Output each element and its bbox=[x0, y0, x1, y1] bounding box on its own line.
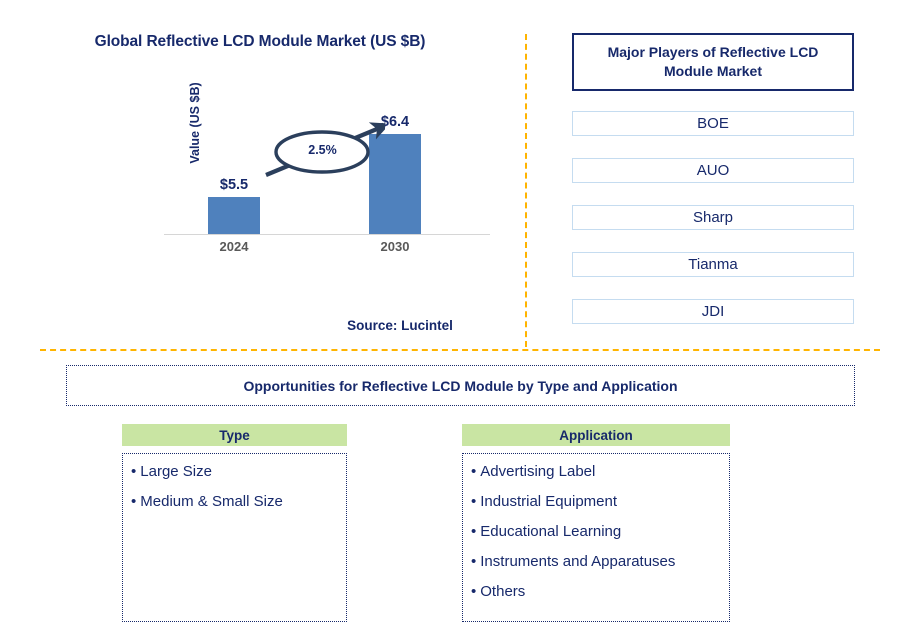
opportunities-title-box: Opportunities for Reflective LCD Module … bbox=[66, 365, 855, 406]
list-item-label: Instruments and Apparatuses bbox=[480, 553, 676, 570]
player-item-boe[interactable]: BOE bbox=[572, 111, 854, 136]
type-column-header: Type bbox=[122, 424, 347, 446]
player-label: Sharp bbox=[692, 209, 734, 226]
list-item: • Industrial Equipment bbox=[471, 494, 723, 509]
player-item-sharp[interactable]: Sharp bbox=[572, 205, 854, 230]
list-item: • Large Size bbox=[131, 464, 340, 479]
horizontal-divider bbox=[40, 349, 880, 351]
player-item-jdi[interactable]: JDI bbox=[572, 299, 854, 324]
bullet-icon: • bbox=[471, 583, 477, 600]
bullet-icon: • bbox=[471, 493, 477, 510]
type-column-body: • Large Size • Medium & Small Size bbox=[122, 453, 347, 622]
major-players-header-text: Major Players of Reflective LCD Module M… bbox=[607, 44, 819, 79]
chart-plot-area: Value (US $B) $5.5 $6.4 2024 2030 2.5% bbox=[150, 82, 490, 254]
type-column-header-label: Type bbox=[219, 427, 250, 443]
major-players-list: BOE AUO Sharp Tianma JDI bbox=[572, 111, 854, 346]
chart-panel: Global Reflective LCD Module Market (US … bbox=[0, 0, 525, 350]
player-item-auo[interactable]: AUO bbox=[572, 158, 854, 183]
list-item: • Medium & Small Size bbox=[131, 494, 340, 509]
application-column-header-label: Application bbox=[559, 427, 633, 443]
list-item: • Advertising Label bbox=[471, 464, 723, 479]
list-item: • Instruments and Apparatuses bbox=[471, 554, 723, 569]
list-item-label: Others bbox=[480, 583, 526, 600]
player-label: BOE bbox=[697, 115, 729, 132]
bullet-icon: • bbox=[131, 493, 137, 510]
bar-2024 bbox=[208, 197, 260, 234]
y-axis-label: Value (US $B) bbox=[188, 82, 202, 164]
list-item-label: Medium & Small Size bbox=[140, 493, 283, 510]
bullet-icon: • bbox=[471, 553, 477, 570]
player-label: Tianma bbox=[688, 256, 738, 273]
cagr-value-label: 2.5% bbox=[308, 143, 337, 157]
list-item-label: Educational Learning bbox=[480, 523, 622, 540]
bullet-icon: • bbox=[471, 463, 477, 480]
cagr-annotation: 2.5% bbox=[260, 121, 391, 183]
vertical-divider bbox=[525, 34, 527, 347]
player-item-tianma[interactable]: Tianma bbox=[572, 252, 854, 277]
source-text: Source: Lucintel bbox=[347, 318, 453, 333]
infographic-page: Global Reflective LCD Module Market (US … bbox=[0, 0, 917, 643]
list-item: • Educational Learning bbox=[471, 524, 723, 539]
application-column-body: • Advertising Label • Industrial Equipment… bbox=[462, 453, 730, 622]
x-tick-2030: 2030 bbox=[380, 239, 410, 254]
x-tick-2024: 2024 bbox=[219, 239, 249, 254]
bar-value-2024: $5.5 bbox=[219, 177, 249, 193]
list-item-label: Large Size bbox=[140, 463, 212, 480]
chart-title: Global Reflective LCD Module Market (US … bbox=[94, 33, 426, 50]
bullet-icon: • bbox=[471, 523, 477, 540]
list-item: • Others bbox=[471, 584, 723, 599]
major-players-header-box: Major Players of Reflective LCD Module M… bbox=[572, 33, 854, 91]
x-axis-baseline bbox=[164, 234, 490, 235]
bullet-icon: • bbox=[131, 463, 137, 480]
player-label: JDI bbox=[701, 303, 725, 320]
list-item-label: Industrial Equipment bbox=[480, 493, 618, 510]
list-item-label: Advertising Label bbox=[480, 463, 596, 480]
opportunities-title: Opportunities for Reflective LCD Module … bbox=[243, 377, 678, 394]
application-column-header: Application bbox=[462, 424, 730, 446]
player-label: AUO bbox=[696, 162, 730, 179]
